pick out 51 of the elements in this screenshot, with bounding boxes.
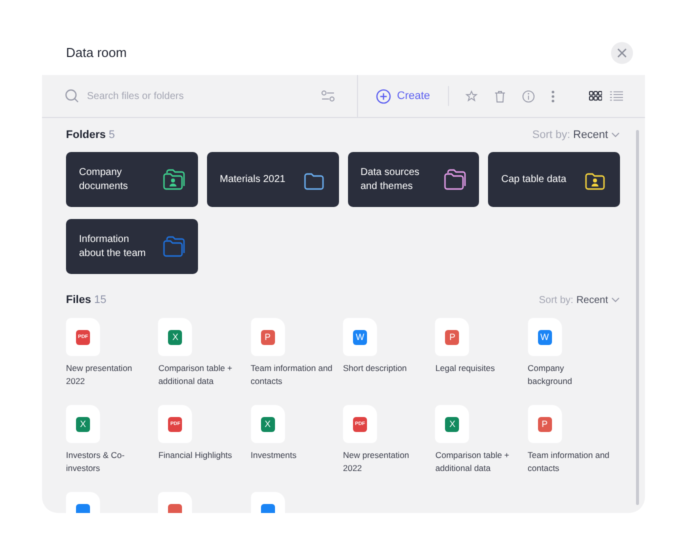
file-name: Legal requisites [435,362,496,375]
sort-dropdown[interactable]: Sort by: Recent [532,126,620,144]
file-name: New presentation 2022 [343,449,410,474]
file-icon[interactable]: X [66,405,100,443]
file-icon[interactable]: X [250,405,285,443]
create-button[interactable]: Create [376,88,430,104]
filter-icon[interactable] [321,90,335,102]
search-field[interactable]: Search files or folders [87,88,321,104]
plus-icon [376,88,391,104]
window-title: Data room [66,44,127,62]
folder-card[interactable]: Information about the team [66,219,198,274]
search-icon [65,89,79,103]
file-name: Investments [250,449,298,462]
file-name: Team information and contacts [250,362,333,387]
file-name: Financial Highlights [158,449,234,462]
folder-name: Materials 2021 [220,172,286,186]
file-icon[interactable]: W [528,318,562,356]
folder-name: Cap table data [501,172,568,186]
folder-card[interactable]: Data sources and themes [348,152,480,207]
grid-view-icon[interactable] [589,91,602,101]
file-name: Comparison table + additional data [158,362,234,387]
file-icon[interactable]: X [435,405,470,443]
info-icon[interactable] [522,90,536,102]
file-name: New presentation 2022 [66,362,134,387]
section-title: Folders 5 [66,128,115,143]
section-title: Files 15 [66,292,106,308]
file-icon[interactable]: W [343,318,377,356]
chevron-down-icon [611,297,620,303]
file-icon[interactable]: P [528,405,562,443]
folder-card[interactable]: Cap table data [488,152,620,207]
star-icon[interactable] [465,90,478,102]
file-icon[interactable]: P [250,318,285,356]
file-icon[interactable]: X [158,318,192,356]
trash-icon[interactable] [494,90,506,102]
file-name: Team information and contacts [528,449,610,474]
sort-dropdown[interactable]: Sort by: Recent [538,292,620,308]
chevron-down-icon [611,132,620,138]
file-name: Comparison table + additional data [435,449,510,474]
file-name: Short description [343,362,408,375]
folder-card[interactable]: Company documents [66,152,198,207]
folder-card[interactable]: Materials 2021 [206,152,338,207]
file-name: Investors & Co-investors [66,449,126,474]
list-view-icon[interactable] [610,91,623,101]
file-icon[interactable]: P [435,318,470,356]
file-name: Company background [528,362,574,387]
close-button[interactable] [611,42,633,64]
close-icon [617,48,627,58]
folder-name: Information about the team [79,232,147,260]
folder-name: Data sources and themes [360,166,420,194]
more-icon[interactable] [551,90,556,102]
folder-name: Company documents [79,166,129,194]
